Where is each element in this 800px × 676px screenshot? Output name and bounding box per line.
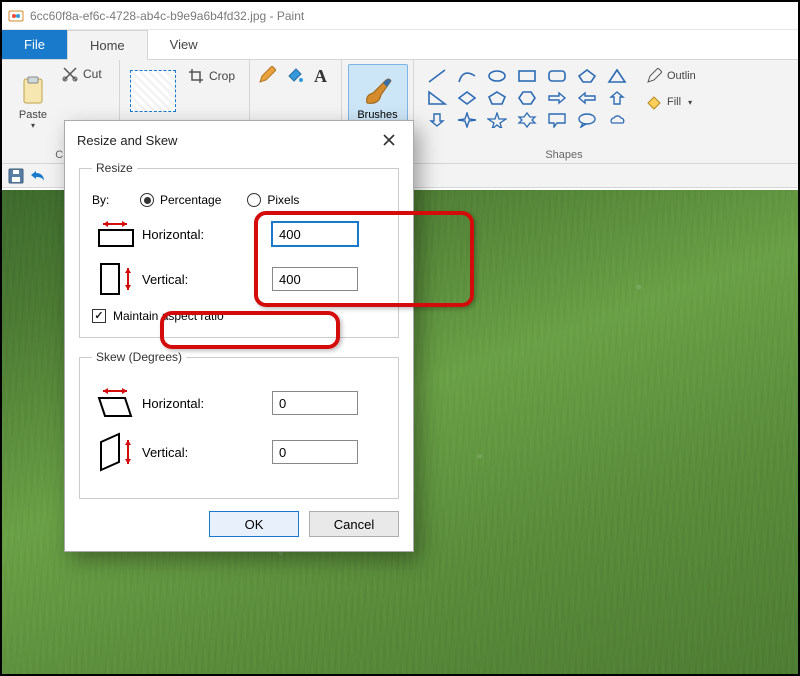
resize-vertical-input[interactable] bbox=[272, 267, 358, 291]
shape-polygon-icon bbox=[574, 66, 600, 86]
shape-diamond-icon bbox=[454, 88, 480, 108]
title-filename: 6cc60f8a-ef6c-4728-ab4c-b9e9a6b4fd32.jpg bbox=[30, 9, 266, 23]
shape-arrow-up-icon bbox=[604, 88, 630, 108]
shape-pentagon-icon bbox=[484, 88, 510, 108]
brush-icon bbox=[361, 75, 395, 109]
maintain-aspect-checkbox[interactable]: Maintain aspect ratio bbox=[92, 309, 386, 323]
resize-horizontal-label: Horizontal: bbox=[142, 227, 272, 242]
cancel-button[interactable]: Cancel bbox=[309, 511, 399, 537]
bucket-icon bbox=[646, 94, 662, 110]
cut-button[interactable]: Cut bbox=[58, 64, 106, 84]
crop-button[interactable]: Crop bbox=[184, 66, 239, 86]
tab-file[interactable]: File bbox=[2, 30, 67, 59]
shape-hexagon-icon bbox=[514, 88, 540, 108]
skew-horizontal-icon bbox=[92, 386, 142, 420]
close-button[interactable] bbox=[375, 129, 403, 151]
skew-vertical-icon bbox=[92, 432, 142, 472]
shape-curve-icon bbox=[454, 66, 480, 86]
text-icon[interactable]: A bbox=[314, 66, 327, 87]
skew-horizontal-input[interactable] bbox=[272, 391, 358, 415]
shape-callout-rect-icon bbox=[544, 110, 570, 130]
radio-pixels[interactable]: Pixels bbox=[247, 193, 299, 207]
outline-icon bbox=[646, 68, 662, 84]
save-icon[interactable] bbox=[8, 168, 24, 184]
resize-legend: Resize bbox=[92, 161, 137, 175]
title-appname: Paint bbox=[277, 9, 304, 23]
shape-triangle-icon bbox=[604, 66, 630, 86]
title-sep: - bbox=[266, 9, 277, 23]
shape-oval-icon bbox=[484, 66, 510, 86]
group-shapes: Outlin Fill▾ Shapes bbox=[414, 60, 714, 163]
shapes-gallery[interactable] bbox=[422, 64, 634, 132]
tab-view[interactable]: View bbox=[148, 30, 220, 59]
maintain-aspect-label: Maintain aspect ratio bbox=[113, 309, 224, 323]
skew-fieldset: Skew (Degrees) Horizontal: Vertical: bbox=[79, 350, 399, 499]
shape-star5-icon bbox=[484, 110, 510, 130]
shape-rtriangle-icon bbox=[424, 88, 450, 108]
skew-legend: Skew (Degrees) bbox=[92, 350, 186, 364]
by-label: By: bbox=[92, 193, 130, 207]
resize-skew-dialog: Resize and Skew Resize By: Percentage Pi… bbox=[64, 120, 414, 552]
resize-vertical-label: Vertical: bbox=[142, 272, 272, 287]
crop-icon bbox=[188, 68, 204, 84]
tab-home[interactable]: Home bbox=[67, 30, 148, 60]
fill-button[interactable]: Fill▾ bbox=[642, 92, 700, 112]
shape-rect-icon bbox=[514, 66, 540, 86]
skew-horizontal-label: Horizontal: bbox=[142, 396, 272, 411]
app-icon bbox=[8, 8, 24, 24]
fill-icon[interactable] bbox=[286, 66, 304, 84]
ok-button[interactable]: OK bbox=[209, 511, 299, 537]
resize-horizontal-input[interactable] bbox=[272, 222, 358, 246]
close-icon bbox=[382, 133, 396, 147]
shape-line-icon bbox=[424, 66, 450, 86]
outline-button[interactable]: Outlin bbox=[642, 66, 700, 86]
shape-arrow-left-icon bbox=[574, 88, 600, 108]
tab-strip: File Home View bbox=[2, 30, 798, 60]
checkbox-icon bbox=[92, 309, 106, 323]
paste-button[interactable]: Paste ▾ bbox=[10, 64, 56, 140]
title-bar: 6cc60f8a-ef6c-4728-ab4c-b9e9a6b4fd32.jpg… bbox=[2, 2, 798, 30]
shape-roundrect-icon bbox=[544, 66, 570, 86]
skew-vertical-label: Vertical: bbox=[142, 445, 272, 460]
pencil-icon[interactable] bbox=[258, 66, 276, 84]
skew-vertical-input[interactable] bbox=[272, 440, 358, 464]
scissors-icon bbox=[62, 66, 78, 82]
resize-vertical-icon bbox=[92, 261, 142, 297]
shape-star6-icon bbox=[514, 110, 540, 130]
undo-icon[interactable] bbox=[30, 168, 46, 184]
dialog-title: Resize and Skew bbox=[77, 133, 177, 148]
shape-arrow-down-icon bbox=[424, 110, 450, 130]
shape-callout-cloud-icon bbox=[604, 110, 630, 130]
shape-star4-icon bbox=[454, 110, 480, 130]
select-button[interactable] bbox=[130, 70, 176, 112]
group-shapes-label: Shapes bbox=[422, 147, 706, 161]
shape-callout-oval-icon bbox=[574, 110, 600, 130]
radio-percentage[interactable]: Percentage bbox=[140, 193, 221, 207]
shape-arrow-right-icon bbox=[544, 88, 570, 108]
resize-horizontal-icon bbox=[92, 219, 142, 249]
resize-fieldset: Resize By: Percentage Pixels Horizontal:… bbox=[79, 161, 399, 338]
